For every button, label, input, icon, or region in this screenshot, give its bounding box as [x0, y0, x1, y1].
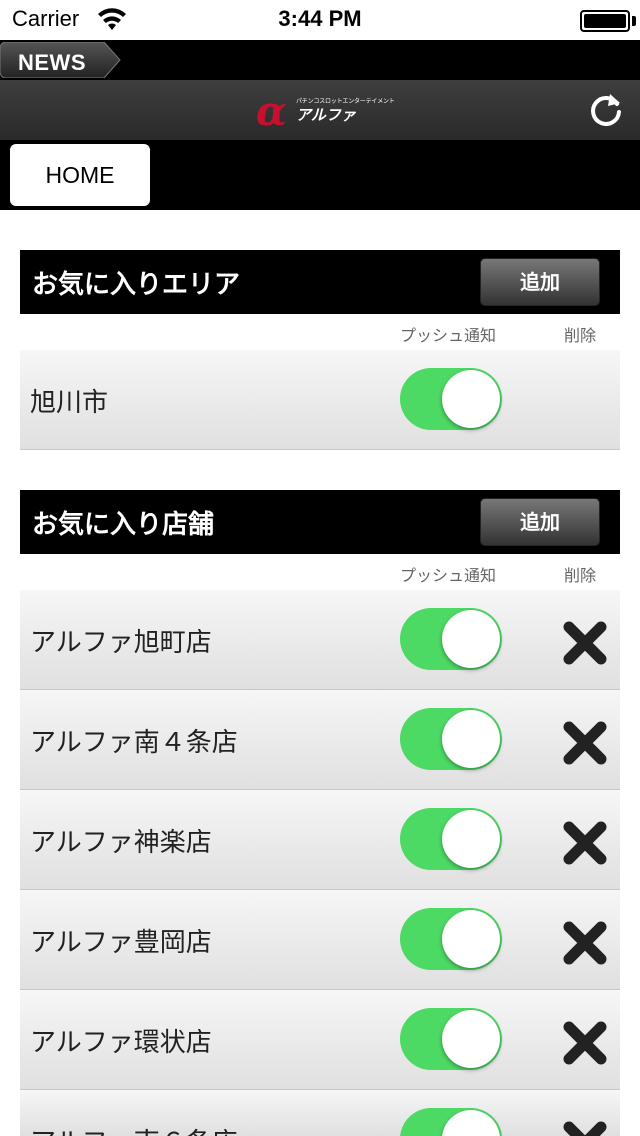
battery-icon [580, 10, 630, 32]
delete-x-icon[interactable] [560, 1118, 610, 1136]
toggle-knob [442, 910, 500, 968]
favorite-store-title: お気に入り店舗 [32, 510, 215, 540]
toggle-knob [442, 710, 500, 768]
add-area-button[interactable]: 追加 [480, 258, 600, 306]
tab-bar: HOME [0, 140, 640, 210]
clock: 3:44 PM [278, 6, 362, 31]
status-bar: Carrier 3:44 PM [0, 0, 640, 40]
alpha-symbol: α [256, 88, 287, 135]
store-row: アルファ南４条店 [20, 690, 620, 790]
store-row: アルファ南６条店 [20, 1090, 620, 1136]
delete-x-icon[interactable] [560, 618, 610, 668]
push-toggle[interactable] [400, 1008, 502, 1070]
area-row: 旭川市 [20, 350, 620, 450]
store-name: アルファ神楽店 [30, 828, 212, 858]
store-name: アルファ南６条店 [30, 1122, 238, 1136]
delete-x-icon[interactable] [560, 1018, 610, 1068]
toggle-knob [442, 370, 500, 428]
toggle-knob [442, 810, 500, 868]
area-delete-column-header: 削除 [564, 326, 597, 345]
push-toggle[interactable] [400, 908, 502, 970]
push-toggle[interactable] [400, 608, 502, 670]
push-toggle[interactable] [400, 808, 502, 870]
toggle-knob [442, 610, 500, 668]
favorite-store-header: お気に入り店舗 追加 [20, 490, 620, 554]
store-name: アルファ旭町店 [30, 628, 212, 658]
news-label: NEWS [18, 50, 86, 75]
toggle-knob [442, 1110, 500, 1136]
push-toggle[interactable] [400, 708, 502, 770]
news-bar: NEWS [0, 40, 640, 80]
alpha-logo: α パチンコスロットエンターテイメント アルファ [256, 88, 395, 135]
store-push-column-header: プッシュ通知 [400, 566, 497, 585]
app-header: α パチンコスロットエンターテイメント アルファ [0, 80, 640, 140]
area-push-column-header: プッシュ通知 [400, 326, 497, 345]
logo-text: アルファ [296, 106, 356, 124]
delete-x-icon[interactable] [560, 918, 610, 968]
area-name: 旭川市 [30, 388, 109, 418]
add-area-label: 追加 [520, 270, 560, 294]
store-delete-column-header: 削除 [564, 566, 597, 585]
refresh-icon[interactable] [586, 90, 626, 130]
news-tab[interactable]: NEWS [0, 42, 122, 78]
battery-tip [632, 16, 636, 26]
store-name: アルファ南４条店 [30, 728, 238, 758]
push-toggle[interactable] [400, 1108, 502, 1136]
add-store-button[interactable]: 追加 [480, 498, 600, 546]
add-store-label: 追加 [520, 510, 560, 534]
tab-home-label: HOME [45, 162, 115, 188]
push-toggle[interactable] [400, 368, 502, 430]
tab-home[interactable]: HOME [10, 144, 150, 206]
store-row: アルファ旭町店 [20, 590, 620, 690]
store-row: アルファ神楽店 [20, 790, 620, 890]
toggle-knob [442, 1010, 500, 1068]
store-row: アルファ豊岡店 [20, 890, 620, 990]
store-row: アルファ環状店 [20, 990, 620, 1090]
delete-x-icon[interactable] [560, 718, 610, 768]
store-name: アルファ豊岡店 [30, 928, 212, 958]
delete-x-icon[interactable] [560, 818, 610, 868]
favorite-area-title: お気に入りエリア [32, 270, 241, 300]
store-name: アルファ環状店 [30, 1028, 212, 1058]
favorite-area-header: お気に入りエリア 追加 [20, 250, 620, 314]
